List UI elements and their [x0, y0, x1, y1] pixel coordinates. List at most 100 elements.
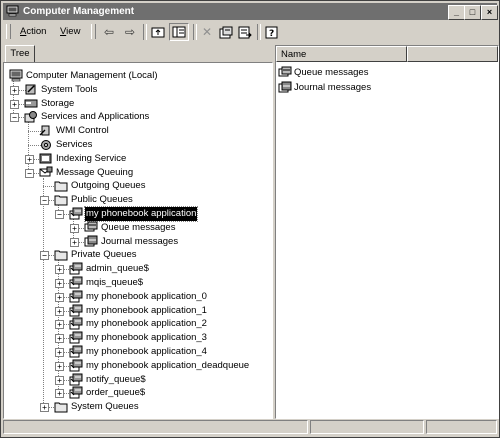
folder-icon [54, 402, 68, 413]
expand-icon[interactable]: + [55, 334, 64, 344]
collapse-icon[interactable]: − [40, 196, 49, 206]
tree-node[interactable]: + admin_queue$ [4, 262, 272, 276]
tree-node[interactable]: Outgoing Queues [4, 179, 272, 193]
back-icon[interactable]: ⇦ [99, 23, 119, 41]
tree-node-label: my phonebook application_4 [86, 346, 207, 357]
show-tree-icon[interactable] [169, 23, 189, 41]
maximize-button[interactable]: □ [464, 5, 481, 20]
expand-icon[interactable]: + [55, 375, 64, 385]
collapse-icon[interactable]: − [10, 113, 19, 123]
tree-node[interactable]: + mqis_queue$ [4, 276, 272, 290]
up-folder-icon[interactable] [148, 23, 168, 41]
svg-text:?: ? [269, 29, 274, 39]
forward-icon[interactable]: ⇨ [120, 23, 140, 41]
tree-node[interactable]: + my phonebook application_4 [4, 345, 272, 359]
tree-node[interactable]: − Private Queues [4, 248, 272, 262]
tree-node[interactable]: + notify_queue$ [4, 373, 272, 387]
tree-node[interactable]: + my phonebook application_1 [4, 304, 272, 318]
status-segment [3, 420, 308, 434]
expand-icon[interactable]: + [55, 279, 64, 288]
indexing-icon [39, 153, 52, 164]
tree-node[interactable]: − Message Queuing [4, 166, 272, 180]
expand-icon[interactable]: + [40, 403, 49, 413]
expand-icon[interactable]: + [55, 320, 64, 330]
journal-messages-icon [278, 81, 292, 93]
tree-node-label: WMI Control [56, 125, 109, 137]
tree-node[interactable]: + System Queues [4, 400, 272, 414]
tree-node[interactable]: Services [4, 138, 272, 152]
tree-node[interactable]: Computer Management (Local) [4, 69, 272, 83]
expand-icon[interactable]: + [10, 85, 19, 95]
tab-tree[interactable]: Tree [5, 45, 35, 63]
tree-node-label: Services [56, 139, 93, 150]
tree-node-label: my phonebook application [83, 206, 199, 222]
queue-icon [69, 345, 83, 358]
delete-icon[interactable]: ✕ [197, 23, 217, 41]
tree-node[interactable]: − Services and Applications [4, 110, 272, 124]
view-menu[interactable]: View [60, 25, 80, 39]
collapse-icon[interactable]: − [25, 168, 34, 178]
action-menu[interactable]: Action [20, 25, 46, 39]
column-header-name[interactable]: Name [276, 46, 407, 62]
tree-node[interactable]: + Journal messages [4, 235, 272, 249]
tree-node[interactable]: + my phonebook application_3 [4, 331, 272, 345]
console-tree[interactable]: Computer Management (Local) + System Tools… [3, 62, 273, 419]
queue-icon [69, 359, 83, 372]
properties-icon[interactable] [216, 23, 236, 41]
collapse-icon[interactable]: − [40, 251, 49, 261]
expand-icon[interactable]: + [70, 237, 79, 247]
tree-node[interactable]: + Indexing Service [4, 152, 272, 166]
computer-management-window: Computer Management _ □ × Action View ⇦ … [0, 0, 500, 438]
tree-node[interactable]: − my phonebook application [4, 206, 272, 222]
status-segment [426, 420, 497, 434]
title-bar: Computer Management _ □ × [3, 3, 498, 20]
details-pane[interactable]: Name Queue messages Journal messages [275, 45, 499, 419]
tree-node[interactable]: + my phonebook application_2 [4, 317, 272, 331]
tools-icon [25, 84, 36, 95]
close-button[interactable]: × [481, 5, 498, 20]
tree-node-label: System Queues [71, 401, 139, 413]
tree-node[interactable]: + Queue messages [4, 221, 272, 235]
tree-node-label: order_queue$ [86, 387, 146, 399]
message-queuing-icon [39, 166, 53, 177]
tree-node-label: Storage [41, 97, 75, 109]
tree-node[interactable]: + System Tools [4, 83, 272, 97]
tree-node-label: my phonebook application_0 [86, 290, 207, 302]
tree-node-label: Services and Applications [41, 111, 150, 123]
queue-icon [69, 317, 83, 330]
tree-node[interactable]: − Public Queues [4, 193, 272, 207]
help-icon[interactable]: ? [262, 23, 282, 41]
export-icon[interactable] [235, 23, 255, 41]
column-header-blank[interactable] [407, 46, 498, 62]
collapse-icon[interactable]: − [55, 210, 64, 219]
queue-icon [69, 207, 83, 220]
tree-node[interactable]: + my phonebook application_deadqueue [4, 359, 272, 373]
toolbar-grip[interactable] [91, 24, 96, 39]
services-apps-icon [24, 111, 37, 123]
expand-icon[interactable]: + [55, 361, 64, 371]
queue-icon [69, 304, 83, 317]
tree-node[interactable]: WMI Control [4, 124, 272, 138]
tree-node-label: Public Queues [71, 194, 133, 206]
storage-icon [24, 99, 38, 108]
tree-node[interactable]: + order_queue$ [4, 386, 272, 400]
expand-icon[interactable]: + [10, 99, 19, 109]
expand-icon[interactable]: + [55, 292, 64, 302]
tree-node[interactable]: + Storage [4, 97, 272, 111]
expand-icon[interactable]: + [55, 306, 64, 316]
queue-messages-icon [278, 66, 292, 77]
tree-tab-row: Tree [3, 44, 273, 63]
expand-icon[interactable]: + [55, 348, 64, 357]
queue-icon [69, 331, 83, 344]
minimize-button[interactable]: _ [448, 5, 465, 20]
expand-icon[interactable]: + [55, 389, 64, 399]
expand-icon[interactable]: + [25, 154, 34, 164]
expand-icon[interactable]: + [55, 265, 64, 275]
tree-node-label: Queue messages [101, 221, 176, 233]
menu-grip[interactable] [6, 24, 11, 39]
expand-icon[interactable]: + [70, 223, 79, 233]
tree-node[interactable]: + my phonebook application_0 [4, 290, 272, 304]
tree-node-label: my phonebook application_deadqueue [86, 359, 250, 371]
tree-node-label: Outgoing Queues [71, 180, 146, 192]
services-icon [41, 140, 51, 150]
